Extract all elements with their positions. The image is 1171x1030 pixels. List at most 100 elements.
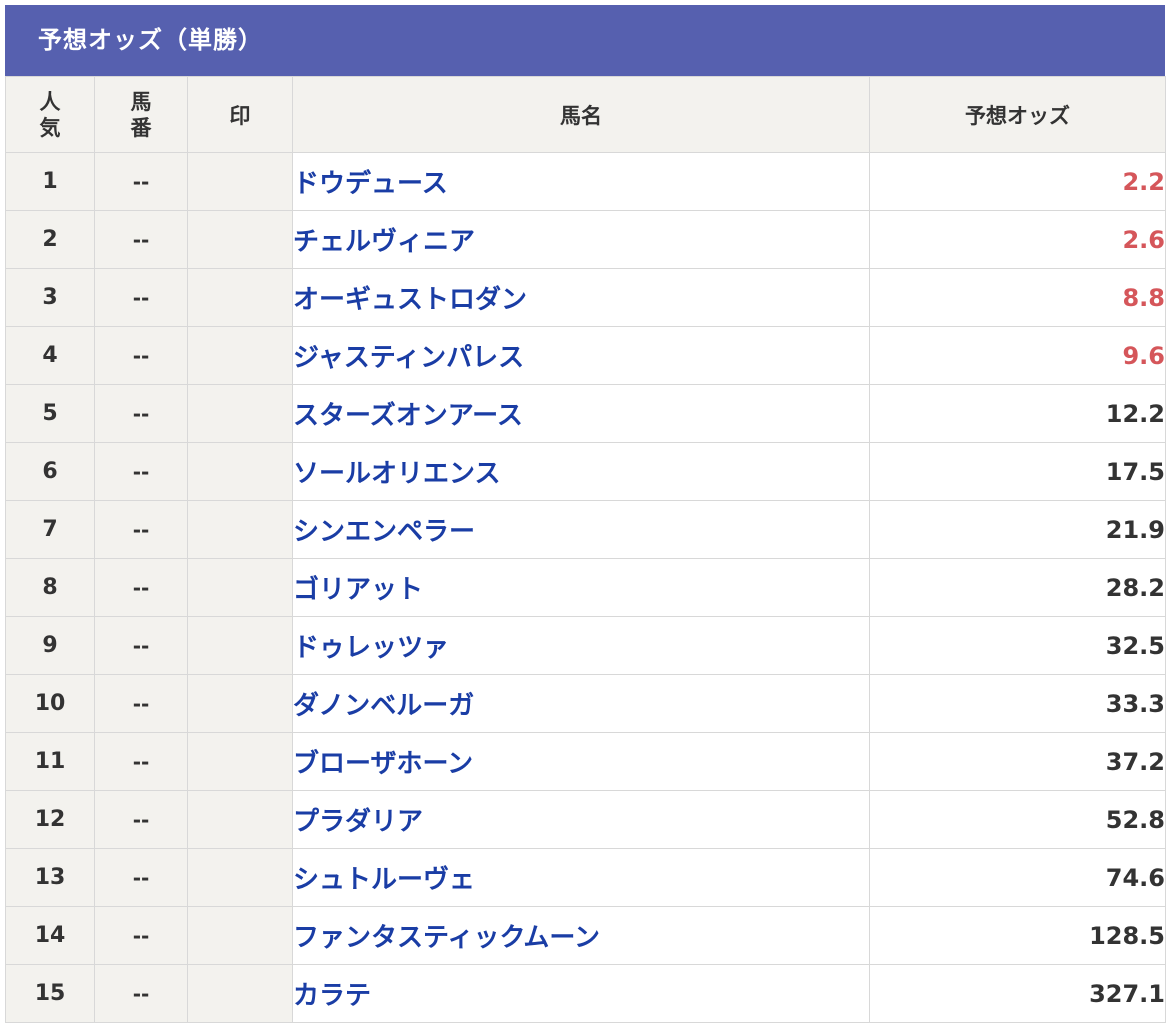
horse-name-link[interactable]: ゴリアット bbox=[293, 575, 423, 605]
horse-name-link[interactable]: ドウデュース bbox=[293, 169, 448, 199]
table-row: 10 -- ダノンベルーガ 33.3 bbox=[5, 674, 1166, 733]
mark-cell[interactable] bbox=[187, 616, 293, 675]
popularity-cell: 15 bbox=[5, 964, 95, 1023]
mark-cell[interactable] bbox=[187, 558, 293, 617]
table-row: 15 -- カラテ 327.1 bbox=[5, 964, 1166, 1023]
header-odds: 予想オッズ bbox=[869, 76, 1166, 153]
horse-number-cell: -- bbox=[94, 152, 188, 211]
horse-name-link[interactable]: ファンタスティックムーン bbox=[293, 923, 600, 953]
horse-name-link[interactable]: シュトルーヴェ bbox=[293, 865, 475, 895]
horse-number-cell: -- bbox=[94, 674, 188, 733]
horse-number-cell: -- bbox=[94, 558, 188, 617]
mark-cell[interactable] bbox=[187, 848, 293, 907]
horse-name-cell: ソールオリエンス bbox=[292, 442, 870, 501]
horse-number-cell: -- bbox=[94, 442, 188, 501]
horse-number-cell: -- bbox=[94, 326, 188, 385]
odds-value: 32.5 bbox=[869, 616, 1166, 675]
table-row: 7 -- シンエンペラー 21.9 bbox=[5, 500, 1166, 559]
horse-name-link[interactable]: カラテ bbox=[293, 981, 371, 1011]
popularity-cell: 11 bbox=[5, 732, 95, 791]
table-row: 2 -- チェルヴィニア 2.6 bbox=[5, 210, 1166, 269]
horse-name-link[interactable]: ダノンベルーガ bbox=[293, 691, 474, 721]
mark-cell[interactable] bbox=[187, 500, 293, 559]
mark-cell[interactable] bbox=[187, 906, 293, 965]
odds-value: 8.8 bbox=[869, 268, 1166, 327]
mark-cell[interactable] bbox=[187, 442, 293, 501]
odds-value: 17.5 bbox=[869, 442, 1166, 501]
odds-value: 9.6 bbox=[869, 326, 1166, 385]
header-horse-name: 馬名 bbox=[292, 76, 870, 153]
horse-number-cell: -- bbox=[94, 790, 188, 849]
mark-cell[interactable] bbox=[187, 268, 293, 327]
table-row: 13 -- シュトルーヴェ 74.6 bbox=[5, 848, 1166, 907]
horse-name-link[interactable]: ジャスティンパレス bbox=[293, 343, 524, 373]
horse-name-cell: ドゥレッツァ bbox=[292, 616, 870, 675]
odds-panel: 予想オッズ（単勝） 人 気 馬 番 印 馬名 予想オッズ 1 -- ドウデュース 2.… bbox=[5, 5, 1166, 1023]
popularity-cell: 8 bbox=[5, 558, 95, 617]
horse-name-cell: スターズオンアース bbox=[292, 384, 870, 443]
popularity-cell: 4 bbox=[5, 326, 95, 385]
header-horse-number: 馬 番 bbox=[94, 76, 188, 153]
odds-value: 37.2 bbox=[869, 732, 1166, 791]
popularity-cell: 3 bbox=[5, 268, 95, 327]
mark-cell[interactable] bbox=[187, 210, 293, 269]
popularity-cell: 13 bbox=[5, 848, 95, 907]
panel-title: 予想オッズ（単勝） bbox=[5, 5, 1165, 76]
mark-cell[interactable] bbox=[187, 790, 293, 849]
horse-number-cell: -- bbox=[94, 268, 188, 327]
odds-value: 12.2 bbox=[869, 384, 1166, 443]
horse-name-cell: ドウデュース bbox=[292, 152, 870, 211]
odds-table-body: 1 -- ドウデュース 2.2 2 -- チェルヴィニア 2.6 3 -- オーギュストロダン 8.8… bbox=[5, 152, 1166, 1023]
table-row: 9 -- ドゥレッツァ 32.5 bbox=[5, 616, 1166, 675]
horse-name-cell: シュトルーヴェ bbox=[292, 848, 870, 907]
horse-name-link[interactable]: ドゥレッツァ bbox=[293, 633, 449, 663]
popularity-cell: 12 bbox=[5, 790, 95, 849]
horse-name-cell: ゴリアット bbox=[292, 558, 870, 617]
horse-name-link[interactable]: シンエンペラー bbox=[293, 517, 475, 547]
horse-number-cell: -- bbox=[94, 500, 188, 559]
odds-value: 2.6 bbox=[869, 210, 1166, 269]
horse-number-cell: -- bbox=[94, 964, 188, 1023]
table-row: 1 -- ドウデュース 2.2 bbox=[5, 152, 1166, 211]
horse-name-link[interactable]: オーギュストロダン bbox=[293, 285, 527, 315]
horse-name-link[interactable]: チェルヴィニア bbox=[293, 227, 475, 257]
horse-number-cell: -- bbox=[94, 616, 188, 675]
popularity-cell: 7 bbox=[5, 500, 95, 559]
horse-name-link[interactable]: ブローザホーン bbox=[293, 749, 473, 779]
horse-number-cell: -- bbox=[94, 210, 188, 269]
horse-number-cell: -- bbox=[94, 906, 188, 965]
header-popularity: 人 気 bbox=[5, 76, 95, 153]
popularity-cell: 14 bbox=[5, 906, 95, 965]
odds-value: 52.8 bbox=[869, 790, 1166, 849]
horse-name-cell: チェルヴィニア bbox=[292, 210, 870, 269]
horse-name-link[interactable]: プラダリア bbox=[293, 807, 423, 837]
horse-number-cell: -- bbox=[94, 848, 188, 907]
popularity-cell: 2 bbox=[5, 210, 95, 269]
table-row: 6 -- ソールオリエンス 17.5 bbox=[5, 442, 1166, 501]
table-row: 8 -- ゴリアット 28.2 bbox=[5, 558, 1166, 617]
mark-cell[interactable] bbox=[187, 732, 293, 791]
mark-cell[interactable] bbox=[187, 384, 293, 443]
popularity-cell: 10 bbox=[5, 674, 95, 733]
horse-name-link[interactable]: ソールオリエンス bbox=[293, 459, 500, 489]
mark-cell[interactable] bbox=[187, 674, 293, 733]
horse-name-cell: ダノンベルーガ bbox=[292, 674, 870, 733]
header-horse-number-label: 馬 番 bbox=[130, 89, 152, 140]
horse-name-cell: プラダリア bbox=[292, 790, 870, 849]
horse-name-cell: ブローザホーン bbox=[292, 732, 870, 791]
horse-name-cell: シンエンペラー bbox=[292, 500, 870, 559]
popularity-cell: 6 bbox=[5, 442, 95, 501]
table-row: 14 -- ファンタスティックムーン 128.5 bbox=[5, 906, 1166, 965]
odds-value: 327.1 bbox=[869, 964, 1166, 1023]
odds-value: 2.2 bbox=[869, 152, 1166, 211]
popularity-cell: 9 bbox=[5, 616, 95, 675]
mark-cell[interactable] bbox=[187, 964, 293, 1023]
table-row: 5 -- スターズオンアース 12.2 bbox=[5, 384, 1166, 443]
mark-cell[interactable] bbox=[187, 152, 293, 211]
table-row: 12 -- プラダリア 52.8 bbox=[5, 790, 1166, 849]
odds-value: 28.2 bbox=[869, 558, 1166, 617]
horse-name-link[interactable]: スターズオンアース bbox=[293, 401, 523, 431]
header-mark: 印 bbox=[187, 76, 293, 153]
odds-value: 21.9 bbox=[869, 500, 1166, 559]
mark-cell[interactable] bbox=[187, 326, 293, 385]
